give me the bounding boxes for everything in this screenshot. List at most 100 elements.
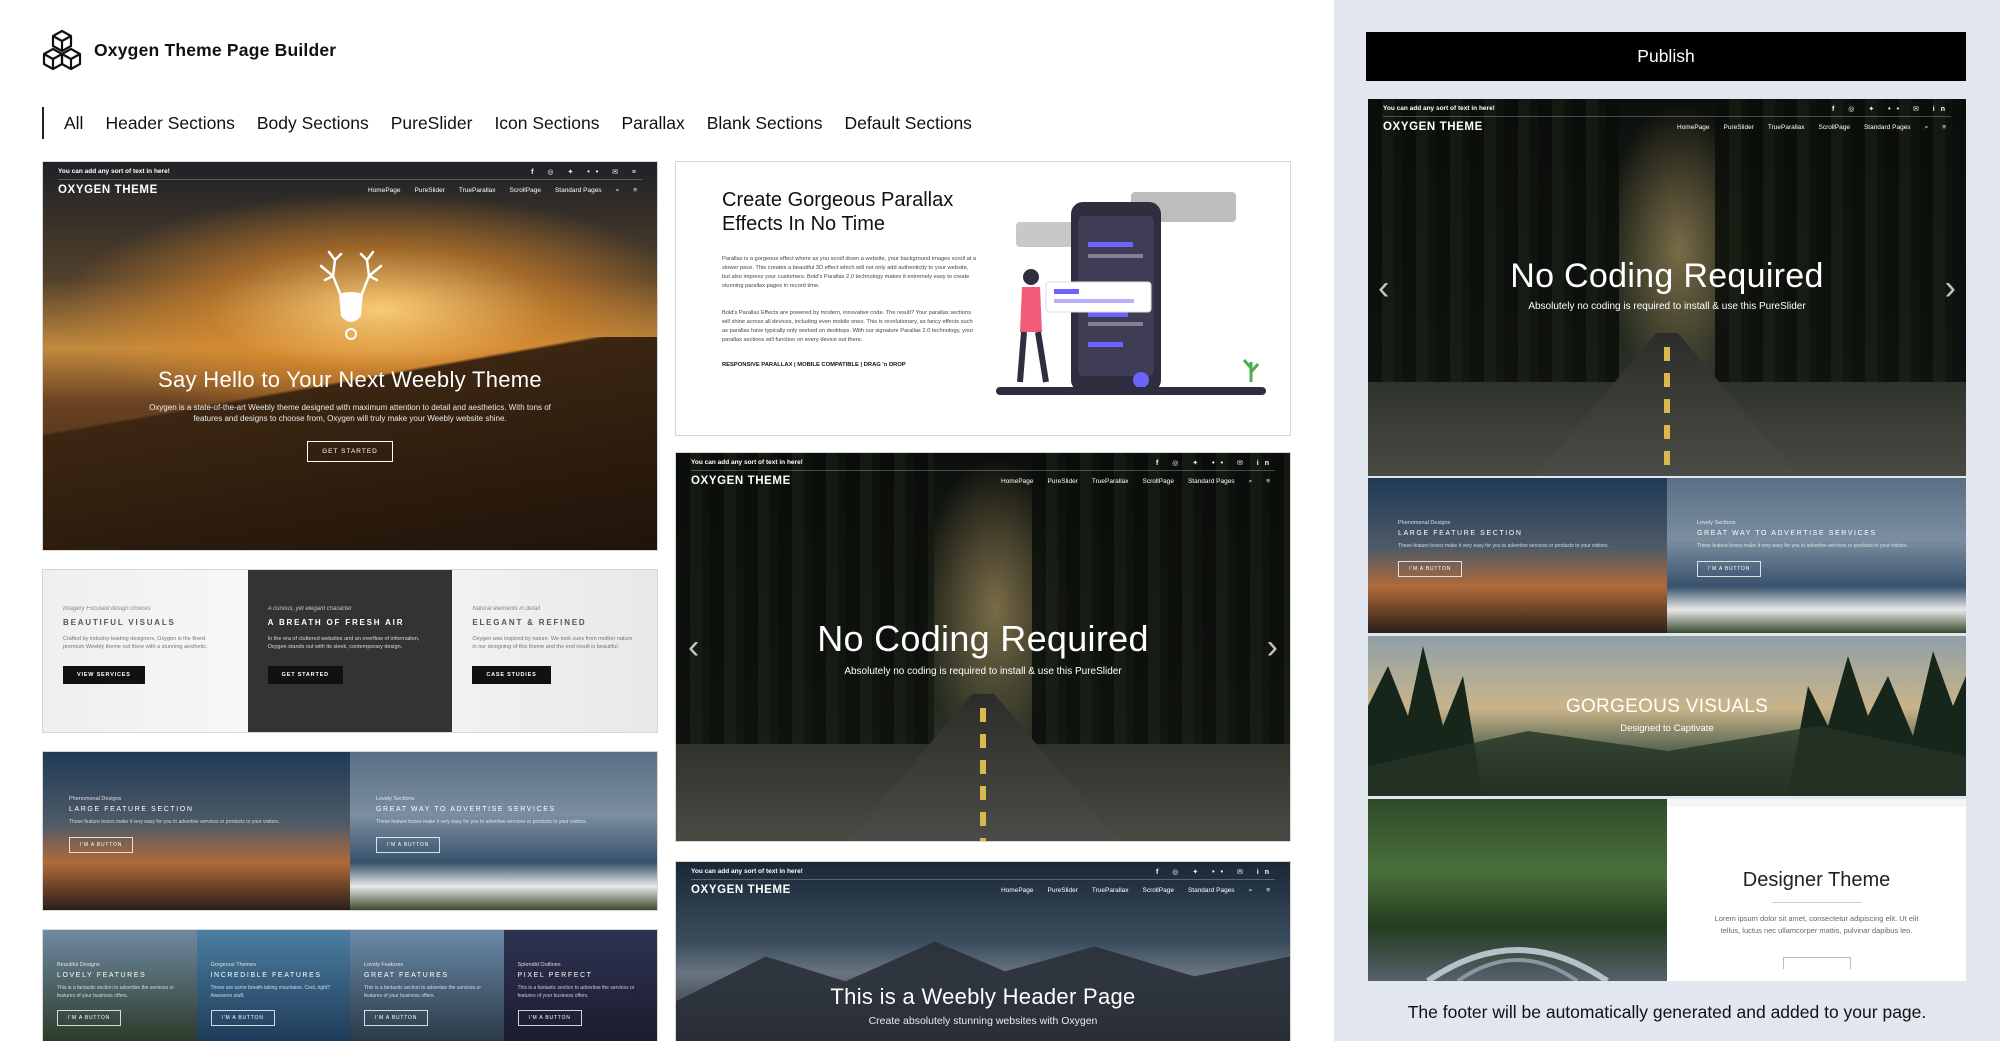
- mini-nav-link: HomePage: [368, 187, 401, 194]
- tab-default-sections[interactable]: Default Sections: [845, 113, 972, 134]
- column-kicker: Imagery Focused design choices: [63, 606, 151, 612]
- menu-icon: ≡: [1266, 478, 1270, 485]
- slider-title: No Coding Required: [1510, 257, 1824, 295]
- mini-nav-link: ScrollPage: [1142, 887, 1174, 894]
- feature-heading: PIXEL PERFECT: [517, 972, 593, 979]
- mini-nav-link: Standard Pages: [1187, 887, 1235, 894]
- chevron-left-icon: ‹: [688, 628, 700, 666]
- tab-body-sections[interactable]: Body Sections: [257, 113, 369, 134]
- slider-subtitle: Absolutely no coding is required to inst…: [1528, 301, 1806, 312]
- mini-nav-links: HomePage PureSlider TrueParallax ScrollP…: [1677, 124, 1946, 132]
- slider-subtitle: Absolutely no coding is required to inst…: [844, 666, 1122, 677]
- feature-heading: INCREDIBLE FEATURES: [210, 972, 322, 979]
- feature-panel: Splendid Outlines PIXEL PERFECT This is …: [503, 930, 657, 1041]
- feature-button: I'M A BUTTON: [376, 836, 441, 853]
- chevron-right-icon: ›: [1266, 628, 1278, 666]
- preview-slider-section[interactable]: You can add any sort of text in here! f ◎…: [1368, 99, 1966, 476]
- feature-body: This is a fantastic section to advertise…: [517, 985, 635, 999]
- template-hero-thumbnail[interactable]: You can add any sort of text in here! f ◎…: [42, 161, 658, 551]
- feature-panel: Lovely Features GREAT FEATURES This is a…: [350, 930, 504, 1041]
- chevron-left-icon[interactable]: ‹: [1378, 271, 1389, 305]
- hero-title: Say Hello to Your Next Weebly Theme: [158, 367, 542, 392]
- social-icons: f ◎ ✦ •• ✉ ≡: [531, 169, 642, 176]
- template-feature-pair-thumbnail[interactable]: Phenomenal Designs LARGE FEATURE SECTION…: [42, 751, 658, 911]
- designer-button: [1782, 957, 1851, 969]
- feature-button: I'M A BUTTON: [1697, 560, 1762, 577]
- template-pureslider-thumbnail[interactable]: You can add any sort of text in here! f ◎…: [675, 452, 1291, 842]
- mini-nav-link: ScrollPage: [509, 187, 541, 194]
- feature-panel-house: Lovely Sections GREAT WAY TO ADVERTISE S…: [350, 752, 657, 910]
- publish-button[interactable]: Publish: [1366, 32, 1966, 81]
- tab-all[interactable]: All: [64, 113, 83, 134]
- column-body: In the era of cluttered websites and an …: [267, 636, 420, 651]
- app-title: Oxygen Theme Page Builder: [94, 39, 337, 60]
- deer-logo-icon: [319, 250, 383, 340]
- menu-icon: ≡: [1942, 124, 1946, 131]
- feature-panel-couple: Phenomenal Designs LARGE FEATURE SECTION…: [1368, 478, 1667, 633]
- menu-icon: ≡: [1266, 887, 1270, 894]
- column-heading: ELEGANT & REFINED: [472, 618, 587, 627]
- mini-nav-link: TrueParallax: [1091, 887, 1129, 894]
- feature-button: I'M A BUTTON: [57, 1010, 122, 1026]
- slider-title: No Coding Required: [817, 618, 1149, 659]
- tab-parallax[interactable]: Parallax: [622, 113, 685, 134]
- feature-kicker: Lovely Features: [364, 962, 404, 968]
- preview-gorgeous-visuals-section[interactable]: GORGEOUS VISUALS Designed to Captivate: [1368, 636, 1966, 796]
- tab-header-sections[interactable]: Header Sections: [105, 113, 234, 134]
- tab-icon-sections[interactable]: Icon Sections: [494, 113, 599, 134]
- header-page-subtitle: Create absolutely stunning websites with…: [868, 1015, 1098, 1027]
- parallax-body-1: Parallax is a gorgeous effect where as y…: [722, 256, 977, 290]
- feature-body: These feature boxes make it very easy fo…: [376, 819, 587, 825]
- preview-designer-theme-section[interactable]: Designer Theme Lorem ipsum dolor sit ame…: [1368, 799, 1966, 981]
- feature-kicker: Phenomenal Designs: [69, 796, 122, 802]
- parallax-tagline: RESPONSIVE PARALLAX | MOBILE COMPATIBLE …: [722, 362, 906, 368]
- bridge-image: [1426, 947, 1609, 981]
- designer-card: Designer Theme Lorem ipsum dolor sit ame…: [1667, 807, 1966, 981]
- feature-button: I'M A BUTTON: [364, 1010, 429, 1026]
- tab-blank-sections[interactable]: Blank Sections: [707, 113, 823, 134]
- slider-copy: No Coding Required Absolutely no coding …: [1368, 257, 1966, 312]
- mini-nav-links: HomePage PureSlider TrueParallax ScrollP…: [1001, 478, 1270, 486]
- preview-feature-pair-section[interactable]: Phenomenal Designs LARGE FEATURE SECTION…: [1368, 478, 1966, 633]
- feature-body: These are some breath-taking mountains. …: [210, 985, 331, 999]
- mini-navbar: You can add any sort of text in here! f ◎…: [676, 453, 1290, 501]
- template-four-features-thumbnail[interactable]: Beautiful Designs LOVELY FEATURES This i…: [42, 929, 658, 1041]
- get-started-button: GET STARTED: [267, 665, 343, 684]
- hero-copy: Say Hello to Your Next Weebly Theme Oxyg…: [43, 367, 657, 462]
- mini-nav-link: PureSlider: [1047, 478, 1078, 485]
- feature-heading: GREAT WAY TO ADVERTISE SERVICES: [376, 806, 556, 813]
- mini-nav-link: HomePage: [1001, 887, 1034, 894]
- gorgeous-subtitle: Designed to Captivate: [1620, 723, 1714, 734]
- mini-nav-link: ScrollPage: [1142, 478, 1174, 485]
- social-icons: f ◎ ✦ •• ✉ in: [1155, 460, 1275, 467]
- feature-body: This is a fantastic section to advertise…: [364, 985, 481, 999]
- mini-logo: OXYGEN THEME: [691, 884, 791, 896]
- template-three-column-thumbnail[interactable]: Imagery Focused design choices BEAUTIFUL…: [42, 569, 658, 733]
- case-studies-button: CASE STUDIES: [472, 665, 551, 684]
- column-kicker: A curious, yet elegant character: [267, 606, 352, 612]
- phone-illustration: [996, 192, 1266, 395]
- topline-text: You can add any sort of text in here!: [1383, 105, 1495, 112]
- mini-nav-link: Standard Pages: [1863, 124, 1911, 131]
- column-fresh-air: A curious, yet elegant character A BREAT…: [247, 570, 453, 732]
- search-icon: ⌕: [615, 187, 620, 194]
- designer-body: Lorem ipsum dolor sit amet, consectetur …: [1714, 914, 1919, 935]
- chevron-right-icon[interactable]: ›: [1945, 271, 1956, 305]
- feature-button: I'M A BUTTON: [69, 836, 134, 853]
- column-body: Oxygen was inspired by nature. We took c…: [472, 636, 633, 651]
- mini-nav-link: Standard Pages: [1187, 478, 1235, 485]
- hero-body: Oxygen is a state-of-the-art Weebly them…: [149, 403, 551, 423]
- cube-logo-icon: [42, 29, 82, 71]
- feature-kicker: Splendid Outlines: [517, 962, 561, 968]
- menu-icon: ≡: [633, 187, 637, 194]
- column-heading: A BREATH OF FRESH AIR: [267, 618, 405, 627]
- mini-nav-link: PureSlider: [1047, 887, 1078, 894]
- template-header-page-thumbnail[interactable]: You can add any sort of text in here! f ◎…: [675, 861, 1291, 1041]
- mini-nav-link: Standard Pages: [554, 187, 602, 194]
- mini-logo: OXYGEN THEME: [691, 475, 791, 487]
- tab-pureslider[interactable]: PureSlider: [391, 113, 473, 134]
- template-parallax-thumbnail[interactable]: Create Gorgeous Parallax Effects In No T…: [675, 161, 1291, 436]
- footer-note: The footer will be automatically generat…: [1407, 1002, 1927, 1022]
- feature-heading: LARGE FEATURE SECTION: [1398, 530, 1523, 537]
- social-icons: f ◎ ✦ •• ✉ in: [1831, 106, 1951, 113]
